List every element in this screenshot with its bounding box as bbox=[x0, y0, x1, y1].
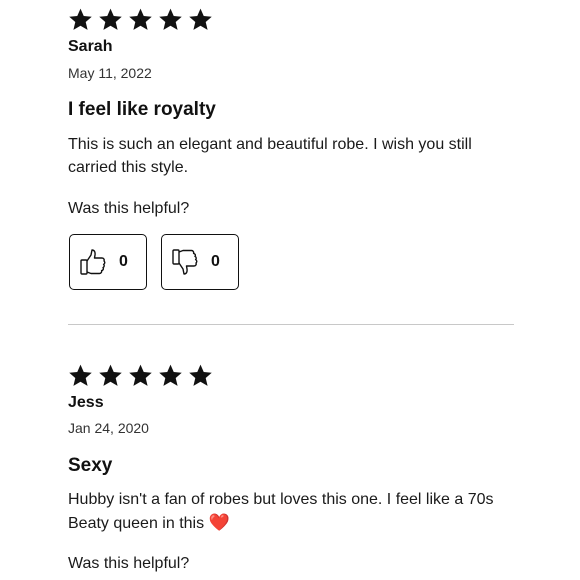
star-icon bbox=[158, 7, 183, 32]
star-rating bbox=[68, 3, 213, 35]
review-body-text: Hubby isn't a fan of robes but loves thi… bbox=[68, 491, 494, 532]
star-icon bbox=[128, 363, 153, 388]
star-icon bbox=[68, 7, 93, 32]
review-body: Hubby isn't a fan of robes but loves thi… bbox=[68, 488, 508, 535]
reviewer-name: Jess bbox=[68, 394, 104, 411]
star-icon bbox=[98, 7, 123, 32]
star-rating bbox=[68, 359, 213, 391]
star-icon bbox=[188, 7, 213, 32]
thumbs-down-icon bbox=[171, 247, 199, 277]
star-icon bbox=[98, 363, 123, 388]
reviewer-name: Sarah bbox=[68, 38, 113, 55]
helpful-prompt: Was this helpful? bbox=[68, 555, 190, 572]
review-title: I feel like royalty bbox=[68, 99, 216, 120]
star-icon bbox=[68, 363, 93, 388]
upvote-count: 0 bbox=[119, 253, 128, 270]
star-icon bbox=[128, 7, 153, 32]
review-title: Sexy bbox=[68, 455, 113, 476]
review-date: May 11, 2022 bbox=[68, 65, 152, 81]
heart-emoji: ❤️ bbox=[208, 513, 230, 532]
review-date: Jan 24, 2020 bbox=[68, 420, 149, 436]
thumbs-up-icon bbox=[79, 247, 107, 277]
star-icon bbox=[158, 363, 183, 388]
downvote-count: 0 bbox=[211, 253, 220, 270]
star-icon bbox=[188, 363, 213, 388]
review-body: This is such an elegant and beautiful ro… bbox=[68, 136, 472, 176]
helpful-votes: 0 0 bbox=[69, 234, 239, 290]
review-divider bbox=[68, 324, 514, 325]
helpful-yes-button[interactable]: 0 bbox=[69, 234, 147, 290]
helpful-prompt: Was this helpful? bbox=[68, 200, 190, 217]
helpful-no-button[interactable]: 0 bbox=[161, 234, 239, 290]
